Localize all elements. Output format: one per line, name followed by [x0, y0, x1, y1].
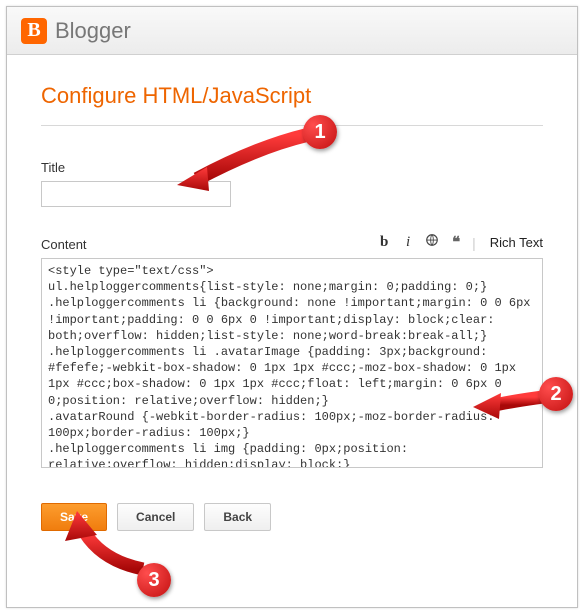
annotation-badge-3: 3	[137, 563, 171, 597]
blogger-logo-icon: B	[21, 18, 47, 44]
editor-toolbar: b i ❝ | Rich Text	[376, 233, 543, 252]
quote-button[interactable]: ❝	[448, 233, 464, 252]
brand-name: Blogger	[55, 18, 131, 44]
back-button[interactable]: Back	[204, 503, 271, 531]
bold-button[interactable]: b	[376, 234, 392, 251]
content-label: Content	[41, 237, 87, 252]
link-icon	[425, 233, 439, 247]
content-textarea[interactable]	[41, 258, 543, 468]
richtext-toggle[interactable]: Rich Text	[490, 235, 543, 250]
page-body: Configure HTML/JavaScript Title Content …	[7, 55, 577, 531]
title-label: Title	[41, 160, 543, 175]
app-frame: B Blogger Configure HTML/JavaScript Titl…	[6, 6, 578, 608]
divider	[41, 125, 543, 126]
app-header: B Blogger	[7, 7, 577, 55]
title-input[interactable]	[41, 181, 231, 207]
button-row: Save Cancel Back	[41, 503, 543, 531]
save-button[interactable]: Save	[41, 503, 107, 531]
link-button[interactable]	[424, 233, 440, 252]
italic-button[interactable]: i	[400, 234, 416, 251]
annotation-badge-1: 1	[303, 115, 337, 149]
cancel-button[interactable]: Cancel	[117, 503, 194, 531]
page-title: Configure HTML/JavaScript	[41, 83, 543, 109]
annotation-badge-2: 2	[539, 377, 573, 411]
